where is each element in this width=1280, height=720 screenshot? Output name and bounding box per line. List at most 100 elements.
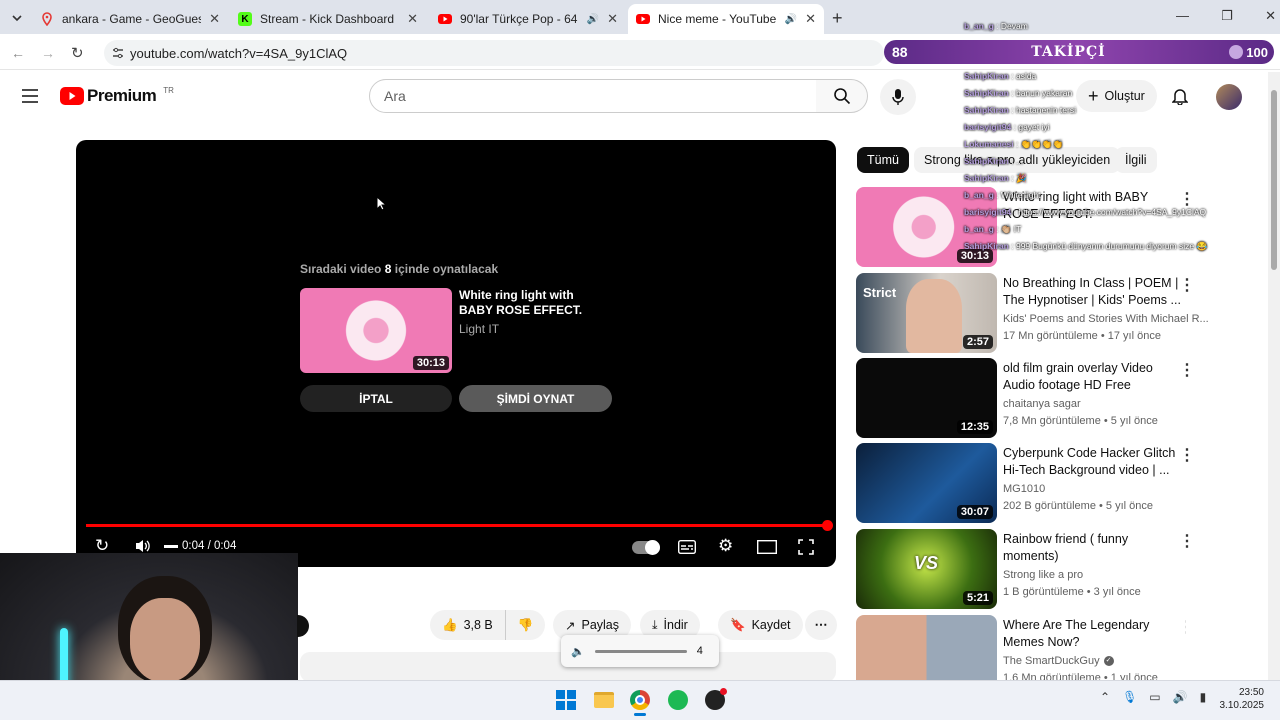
speaker-icon[interactable]: 🔊 bbox=[587, 14, 599, 25]
chip-all[interactable]: Tümü bbox=[857, 147, 909, 173]
video-player[interactable]: Sıradaki video 8 içinde oynatılacak 30:1… bbox=[76, 140, 836, 567]
address-bar[interactable]: youtube.com/watch?v=4SA_9y1ClAQ bbox=[104, 40, 884, 66]
close-icon[interactable]: ✕ bbox=[805, 11, 816, 27]
avatar[interactable] bbox=[1216, 84, 1242, 110]
channel-name[interactable]: Kids' Poems and Stories With Michael R..… bbox=[1003, 313, 1209, 325]
like-button[interactable]: 👍 3,8 B bbox=[430, 610, 506, 640]
close-icon[interactable]: ✕ bbox=[607, 11, 618, 27]
start-button[interactable] bbox=[556, 690, 576, 710]
tab-pop-music[interactable]: 90'lar Türkçe Pop - 64 Dakik 🔊 ✕ bbox=[430, 4, 626, 34]
recommendation-item[interactable]: 30:07 Cyberpunk Code Hacker Glitch Hi-Te… bbox=[856, 443, 1195, 525]
more-options-icon[interactable]: ⋮ bbox=[1179, 445, 1195, 465]
site-settings-icon[interactable] bbox=[112, 47, 124, 59]
upnext-thumbnail[interactable]: 30:13 bbox=[300, 288, 452, 373]
video-thumbnail[interactable]: VS 5:21 bbox=[856, 529, 997, 609]
display-icon[interactable]: ▭ bbox=[1149, 690, 1160, 704]
microphone-icon[interactable]: 🎙 bbox=[1122, 690, 1137, 704]
verified-icon: ✓ bbox=[1103, 656, 1114, 666]
subtitles-icon[interactable] bbox=[678, 540, 696, 554]
autoplay-toggle[interactable] bbox=[632, 540, 660, 555]
follow-goal: 100 bbox=[1229, 45, 1268, 60]
video-title[interactable]: Rainbow friend ( funny moments) bbox=[1003, 531, 1185, 565]
settings-icon[interactable]: ⚙ bbox=[718, 536, 733, 556]
video-title[interactable]: Cyberpunk Code Hacker Glitch Hi-Tech Bac… bbox=[1003, 445, 1185, 479]
video-thumbnail[interactable]: Strict 2:57 bbox=[856, 273, 997, 353]
youtube-premium-logo[interactable]: Premium TR bbox=[60, 86, 174, 106]
clock[interactable]: 23:50 3.10.2025 bbox=[1208, 686, 1265, 712]
create-button[interactable]: + Oluştur bbox=[1076, 80, 1157, 112]
more-options-icon[interactable]: ⋮ bbox=[1179, 617, 1186, 637]
recommendation-item[interactable]: VS 5:21 Rainbow friend ( funny moments) … bbox=[856, 529, 1195, 611]
search-button[interactable] bbox=[816, 79, 868, 113]
video-title[interactable]: Where Are The Legendary Memes Now? bbox=[1003, 617, 1185, 651]
close-icon[interactable]: ✕ bbox=[209, 11, 220, 27]
chevron-up-icon[interactable]: ⌃ bbox=[1100, 690, 1110, 704]
geoguessr-icon bbox=[42, 12, 52, 26]
theater-mode-icon[interactable] bbox=[757, 540, 777, 554]
recommendation-item[interactable]: Strict 2:57 No Breathing In Class | POEM… bbox=[856, 273, 1209, 355]
speaker-icon[interactable]: 🔈 bbox=[571, 645, 585, 658]
recommendation-item[interactable]: 12:35 old film grain overlay Video Audio… bbox=[856, 358, 1195, 440]
system-volume-slider[interactable] bbox=[594, 649, 687, 653]
spotify-icon[interactable] bbox=[668, 690, 688, 710]
speaker-icon[interactable]: 🔊 bbox=[1173, 690, 1188, 704]
tab-title: Nice meme - YouTube bbox=[658, 12, 777, 26]
recommendation-item[interactable]: Where Are The Legendary Memes Now? The S… bbox=[856, 615, 1186, 680]
voice-search-button[interactable] bbox=[880, 79, 916, 115]
back-button[interactable]: ← bbox=[11, 45, 25, 61]
save-button[interactable]: 🔖 Kaydet bbox=[718, 610, 803, 640]
channel-name[interactable]: Strong like a pro bbox=[1003, 569, 1083, 581]
volume-icon[interactable] bbox=[135, 539, 151, 553]
video-title[interactable]: No Breathing In Class | POEM | The Hypno… bbox=[1003, 275, 1185, 309]
upnext-title[interactable]: White ring light with BABY ROSE EFFECT. bbox=[459, 288, 609, 318]
bookmark-icon: 🔖 bbox=[730, 617, 746, 632]
close-icon[interactable]: ✕ bbox=[407, 11, 418, 27]
video-title[interactable]: old film grain overlay Video Audio foota… bbox=[1003, 360, 1185, 394]
tab-nice-meme[interactable]: Nice meme - YouTube 🔊 ✕ bbox=[628, 4, 824, 34]
video-thumbnail[interactable] bbox=[856, 615, 997, 680]
person-image bbox=[906, 279, 962, 353]
streaming-app-icon[interactable] bbox=[705, 688, 727, 710]
maximize-button[interactable]: ❐ bbox=[1221, 8, 1233, 24]
play-now-button[interactable]: ŞİMDİ OYNAT bbox=[459, 385, 612, 412]
speaker-icon[interactable]: 🔊 bbox=[785, 14, 797, 25]
channel-name[interactable]: chaitanya sagar bbox=[1003, 398, 1081, 410]
chrome-icon[interactable] bbox=[630, 690, 650, 710]
tab-kick[interactable]: K Stream - Kick Dashboard ✕ bbox=[230, 4, 426, 34]
more-options-icon[interactable]: ⋮ bbox=[1179, 531, 1195, 551]
more-options-icon[interactable]: ⋮ bbox=[1179, 360, 1195, 380]
channel-name[interactable]: The SmartDuckGuy ✓ bbox=[1003, 655, 1114, 667]
minimize-button[interactable]: — bbox=[1176, 8, 1189, 24]
notifications-button[interactable] bbox=[1172, 87, 1188, 105]
notification-dot bbox=[720, 688, 727, 695]
fullscreen-icon[interactable] bbox=[798, 539, 814, 555]
video-thumbnail[interactable]: 12:35 bbox=[856, 358, 997, 438]
page-scrollbar[interactable] bbox=[1268, 72, 1280, 680]
video-thumbnail[interactable]: 30:07 bbox=[856, 443, 997, 523]
more-actions-button[interactable]: ⋯ bbox=[805, 610, 837, 640]
scrubber-handle[interactable] bbox=[822, 520, 833, 531]
dislike-button[interactable]: 👎 bbox=[506, 610, 546, 640]
more-options-icon[interactable]: ⋮ bbox=[1179, 275, 1195, 295]
time-display: 0:04 / 0:04 bbox=[182, 540, 237, 552]
volume-slider[interactable] bbox=[164, 545, 178, 548]
search-input[interactable]: Ara bbox=[369, 79, 817, 113]
close-window-button[interactable]: ✕ bbox=[1265, 8, 1276, 24]
more-options-icon[interactable]: ⋮ bbox=[1179, 189, 1195, 209]
battery-icon[interactable]: ▮ bbox=[1200, 690, 1207, 704]
cancel-autoplay-button[interactable]: İPTAL bbox=[300, 385, 452, 412]
forward-button[interactable]: → bbox=[41, 45, 55, 61]
file-explorer-icon[interactable] bbox=[594, 692, 614, 708]
tab-title: Stream - Kick Dashboard bbox=[260, 12, 395, 26]
new-tab-button[interactable]: + bbox=[832, 8, 843, 29]
menu-icon[interactable] bbox=[22, 89, 38, 103]
tab-search-button[interactable] bbox=[8, 9, 26, 27]
scrollbar-thumb[interactable] bbox=[1271, 90, 1277, 270]
person-head bbox=[130, 598, 200, 682]
tab-geoguessr[interactable]: ankara - Game - GeoGuessr ✕ bbox=[32, 4, 228, 34]
chip-related[interactable]: İlgili bbox=[1115, 147, 1157, 173]
progress-bar[interactable] bbox=[86, 520, 833, 531]
chat-message: Lokumanesi : 👏👏👏👏 bbox=[964, 139, 1064, 149]
channel-name[interactable]: MG1010 bbox=[1003, 483, 1045, 495]
reload-button[interactable]: ↻ bbox=[71, 44, 84, 62]
